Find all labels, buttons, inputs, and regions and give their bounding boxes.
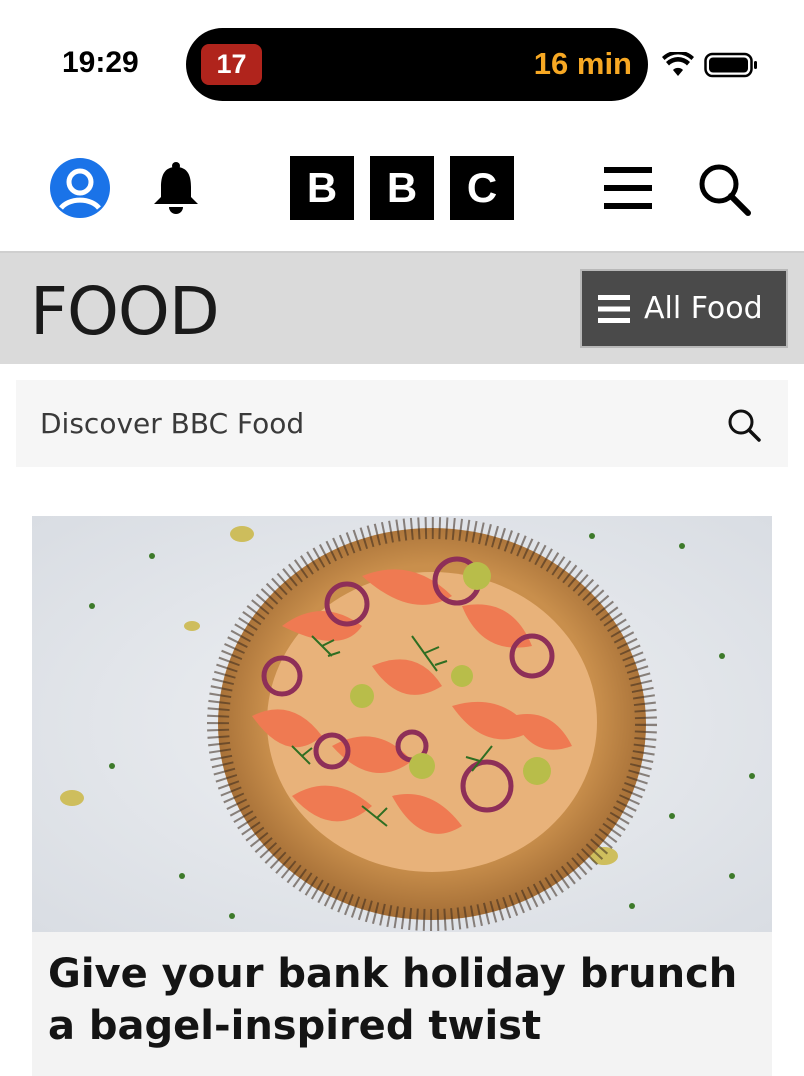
all-food-label: All Food [644,291,763,326]
wifi-icon [662,52,694,76]
bbc-logo-letter: C [450,156,514,220]
bbc-logo-letter: B [370,156,434,220]
menu-icon[interactable] [604,165,652,211]
hamburger-icon [598,294,630,323]
article-headline[interactable]: Give your bank holiday brunch a bagel-in… [48,948,748,1052]
search-box [16,380,788,467]
food-nav-bar: FOOD All Food [0,253,804,364]
all-food-button[interactable]: All Food [580,269,788,348]
bbc-logo-letter: B [290,156,354,220]
bbc-header: B B C [0,125,804,253]
dynamic-island[interactable]: 17 16 min [186,28,648,101]
island-badge: 17 [201,44,262,85]
bbc-logo[interactable]: B B C [290,156,514,220]
search-icon[interactable] [696,161,752,217]
hero-image[interactable] [32,516,772,932]
food-title[interactable]: FOOD [30,273,220,350]
article-card[interactable]: Give your bank holiday brunch a bagel-in… [32,516,772,1076]
bell-icon[interactable] [150,161,202,215]
island-timer: 16 min [533,46,632,81]
status-time: 19:29 [62,46,139,79]
search-icon[interactable] [726,407,762,443]
battery-icon [704,52,757,78]
account-icon[interactable] [50,158,110,218]
status-bar: 19:29 17 16 min [0,0,804,125]
search-input[interactable] [16,380,696,467]
